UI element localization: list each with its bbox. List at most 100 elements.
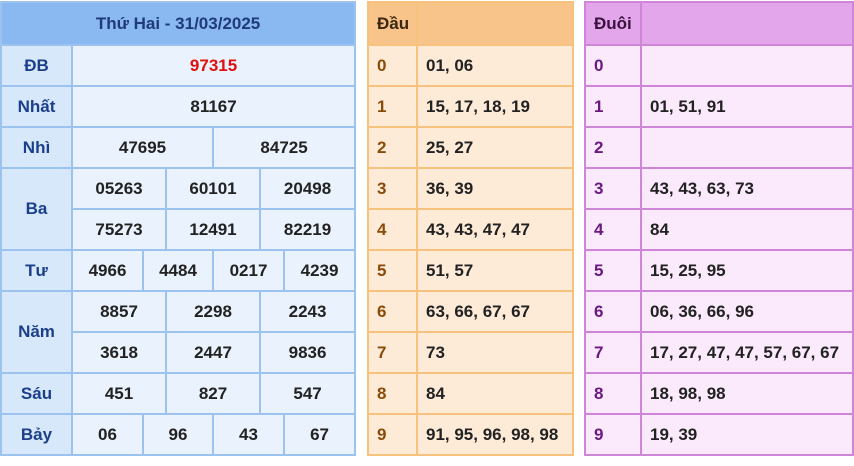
- tail-digit: 1: [584, 85, 642, 128]
- head-row: 9 91, 95, 96, 98, 98: [367, 413, 574, 456]
- prize-nam-value: 8857: [71, 290, 167, 333]
- prize-label-nhi: Nhì: [0, 126, 73, 169]
- tail-values: 01, 51, 91: [640, 85, 854, 128]
- tail-table-header: Đuôi: [584, 1, 642, 46]
- prize-ba-value: 12491: [165, 208, 261, 251]
- prize-row-nhi: Nhì 47695 84725: [0, 126, 357, 169]
- tail-table-header-blank: [640, 1, 854, 46]
- prize-row-sau: Sáu 451 827 547: [0, 372, 357, 415]
- prize-ba-value: 20498: [258, 167, 357, 210]
- prize-label-tu: Tư: [0, 249, 73, 292]
- head-values: 36, 39: [416, 167, 574, 210]
- tail-digit: 9: [584, 413, 642, 456]
- prize-nam-value: 2447: [165, 331, 261, 374]
- head-values: 63, 66, 67, 67: [416, 290, 574, 333]
- tail-values: 15, 25, 95: [640, 249, 854, 292]
- prize-tu-value: 4239: [282, 249, 357, 292]
- head-row: 5 51, 57: [367, 249, 574, 292]
- head-digit: 3: [367, 167, 418, 210]
- head-values: 91, 95, 96, 98, 98: [416, 413, 574, 456]
- results-date-title: Thứ Hai - 31/03/2025: [0, 1, 357, 46]
- prize-ba-value: 75273: [71, 208, 167, 251]
- head-digit: 1: [367, 85, 418, 128]
- tail-values: 18, 98, 98: [640, 372, 854, 415]
- prize-nhi-value: 47695: [71, 126, 214, 169]
- prize-row-bay: Bảy 06 96 43 67: [0, 413, 357, 456]
- head-row: 0 01, 06: [367, 44, 574, 87]
- prize-ba-value: 82219: [258, 208, 357, 251]
- head-values: 51, 57: [416, 249, 574, 292]
- prize-row-nam: Năm 8857 2298 2243: [0, 290, 357, 374]
- head-digit: 4: [367, 208, 418, 251]
- tail-digit: 2: [584, 126, 642, 169]
- head-digit: 5: [367, 249, 418, 292]
- prize-sau-value: 827: [165, 372, 261, 415]
- prize-tu-value: 4484: [142, 249, 214, 292]
- tail-row: 2: [584, 126, 854, 169]
- tail-values: 43, 43, 63, 73: [640, 167, 854, 210]
- tail-row: 3 43, 43, 63, 73: [584, 167, 854, 210]
- prize-label-db: ĐB: [0, 44, 73, 87]
- head-digits-table: Đầu 0 01, 06 1 15, 17, 18, 19 2 25, 27 3 36,…: [367, 1, 574, 456]
- tail-values: 17, 27, 47, 47, 57, 67, 67: [640, 331, 854, 374]
- prize-nam-value: 2243: [258, 290, 357, 333]
- tail-digit: 3: [584, 167, 642, 210]
- head-digit: 0: [367, 44, 418, 87]
- head-table-header: Đầu: [367, 1, 418, 46]
- head-row: 6 63, 66, 67, 67: [367, 290, 574, 333]
- head-row: 3 36, 39: [367, 167, 574, 210]
- tail-digits-table: Đuôi 0 1 01, 51, 91 2 3 43, 43, 63, 73 4 84…: [584, 1, 854, 456]
- prize-nam-value: 2298: [165, 290, 261, 333]
- tail-row: 6 06, 36, 66, 96: [584, 290, 854, 333]
- tail-row: 4 84: [584, 208, 854, 251]
- head-values: 25, 27: [416, 126, 574, 169]
- prize-sau-value: 451: [71, 372, 167, 415]
- head-values: 84: [416, 372, 574, 415]
- prize-tu-value: 4966: [71, 249, 144, 292]
- prize-db-value: 97315: [70, 44, 357, 87]
- tail-row: 0: [584, 44, 854, 87]
- tail-digit: 8: [584, 372, 642, 415]
- tail-digit: 4: [584, 208, 642, 251]
- tail-row: 7 17, 27, 47, 47, 57, 67, 67: [584, 331, 854, 374]
- prize-nam-value: 9836: [258, 331, 357, 374]
- prize-bay-value: 43: [212, 413, 285, 456]
- tail-digit: 6: [584, 290, 642, 333]
- tail-values: 84: [640, 208, 854, 251]
- prize-bay-value: 67: [282, 413, 357, 456]
- tail-values: [640, 44, 854, 87]
- head-values: 43, 43, 47, 47: [416, 208, 574, 251]
- prize-tu-value: 0217: [212, 249, 285, 292]
- prize-row-nhat: Nhất 81167: [0, 85, 357, 128]
- tail-digit: 0: [584, 44, 642, 87]
- head-values: 15, 17, 18, 19: [416, 85, 574, 128]
- prize-bay-value: 06: [71, 413, 144, 456]
- prize-label-bay: Bảy: [0, 413, 73, 456]
- head-digit: 6: [367, 290, 418, 333]
- prize-ba-value: 05263: [71, 167, 167, 210]
- tail-digit: 5: [584, 249, 642, 292]
- head-digit: 9: [367, 413, 418, 456]
- tail-row: 9 19, 39: [584, 413, 854, 456]
- head-digit: 2: [367, 126, 418, 169]
- head-row: 7 73: [367, 331, 574, 374]
- head-row: 4 43, 43, 47, 47: [367, 208, 574, 251]
- head-digit: 8: [367, 372, 418, 415]
- tail-row: 5 15, 25, 95: [584, 249, 854, 292]
- prize-row-tu: Tư 4966 4484 0217 4239: [0, 249, 357, 292]
- head-values: 73: [416, 331, 574, 374]
- prize-nhi-value: 84725: [211, 126, 357, 169]
- head-row: 8 84: [367, 372, 574, 415]
- lottery-results-table: Thứ Hai - 31/03/2025 ĐB 97315 Nhất 81167…: [0, 1, 357, 456]
- prize-label-nam: Năm: [0, 290, 73, 374]
- head-digit: 7: [367, 331, 418, 374]
- tail-values: [640, 126, 854, 169]
- head-row: 2 25, 27: [367, 126, 574, 169]
- prize-label-nhat: Nhất: [0, 85, 73, 128]
- prize-row-ba: Ba 05263 60101 20498: [0, 167, 357, 251]
- tail-row: 1 01, 51, 91: [584, 85, 854, 128]
- tail-digit: 7: [584, 331, 642, 374]
- prize-nam-value: 3618: [71, 331, 167, 374]
- prize-sau-value: 547: [258, 372, 357, 415]
- prize-ba-value: 60101: [165, 167, 261, 210]
